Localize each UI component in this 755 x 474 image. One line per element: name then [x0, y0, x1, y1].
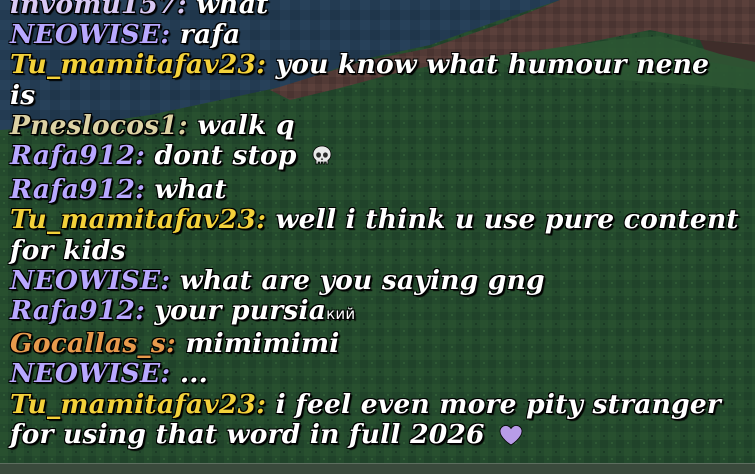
- chat-text: mimimimi: [185, 328, 340, 360]
- chat-message: NEOWISE: what are you saying gng: [10, 264, 740, 296]
- chat-log: invomu157: what NEOWISE: rafa Tu_mamitaf…: [10, 0, 740, 454]
- chat-username[interactable]: NEOWISE:: [10, 19, 170, 50]
- chat-input-bar-edge: [0, 463, 755, 474]
- chat-message: Tu_mamitafav23: well i think u use pure …: [10, 204, 740, 266]
- purple-heart-icon: [498, 423, 524, 454]
- chat-text: dont stop: [154, 140, 297, 172]
- chat-text: what are you saying gng: [179, 264, 545, 296]
- chat-message: Tu_mamitafav23: i feel even more pity st…: [10, 389, 740, 454]
- chat-message: Rafa912: dont stop: [10, 140, 740, 175]
- chat-text: what: [154, 174, 227, 206]
- chat-username[interactable]: Tu_mamitafav23:: [10, 389, 266, 420]
- chat-username[interactable]: Rafa912:: [10, 174, 145, 205]
- chat-message: Pneslocos1: walk q: [10, 109, 740, 141]
- chat-message: Rafa912: your pursiaкий: [10, 295, 740, 329]
- chat-username[interactable]: NEOWISE:: [10, 265, 170, 296]
- chat-message: Tu_mamitafav23: you know what humour nen…: [10, 49, 740, 111]
- chat-username[interactable]: Tu_mamitafav23:: [10, 49, 266, 80]
- skull-icon: [310, 144, 334, 175]
- chat-username[interactable]: Pneslocos1:: [10, 110, 188, 141]
- chat-text: walk q: [197, 109, 295, 141]
- chat-message: NEOWISE: rafa: [10, 20, 740, 50]
- chat-message: invomu157: what: [10, 0, 740, 20]
- chat-message: Gocallas_s: mimimimi: [10, 329, 740, 359]
- chat-username[interactable]: Rafa912:: [10, 140, 145, 171]
- chat-username[interactable]: Rafa912:: [10, 295, 145, 326]
- chat-username[interactable]: Tu_mamitafav23:: [10, 204, 266, 235]
- chat-text: what: [196, 0, 269, 20]
- chat-text-suffix: кий: [326, 305, 356, 324]
- chat-username[interactable]: Gocallas_s:: [10, 328, 176, 359]
- chat-username[interactable]: invomu157:: [10, 0, 187, 20]
- chat-text: rafa: [179, 19, 241, 51]
- chat-text: your pursia: [154, 295, 327, 327]
- chat-text: ...: [179, 358, 209, 390]
- chat-username[interactable]: NEOWISE:: [10, 358, 170, 389]
- chat-message: Rafa912: what: [10, 175, 740, 205]
- chat-message: NEOWISE: ...: [10, 359, 740, 389]
